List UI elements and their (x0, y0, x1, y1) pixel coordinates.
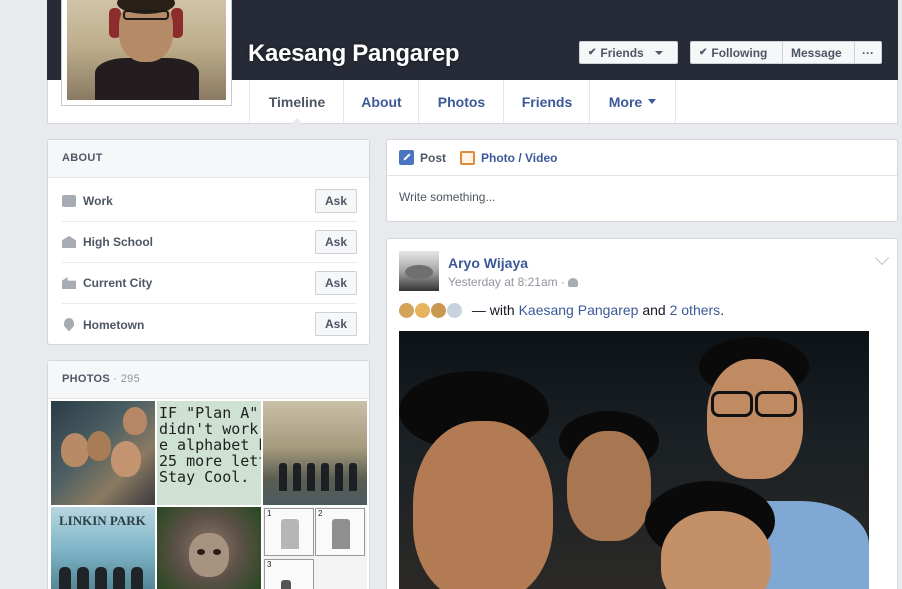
photos-separator: · (110, 373, 121, 385)
tab-label: About (361, 93, 402, 110)
about-row-current-city: Current City Ask (62, 263, 357, 304)
monkey-emoji-icon (415, 302, 430, 318)
photo-thumb[interactable] (263, 401, 367, 505)
band-logo-text: LINKIN PARK (59, 513, 146, 528)
about-row-high-school: High School Ask (62, 222, 357, 263)
about-heading: ABOUT (48, 140, 369, 178)
story-photo[interactable] (399, 331, 869, 589)
author-avatar[interactable] (399, 251, 439, 291)
and-text: and (638, 302, 670, 318)
photo-thumb[interactable] (51, 401, 155, 505)
following-button[interactable]: ✔ Following (690, 41, 783, 64)
composer-tab-photo-video[interactable]: Photo / Video (460, 150, 558, 165)
more-options-label: ··· (862, 45, 874, 60)
story-timestamp[interactable]: Yesterday at 8:21am (448, 275, 558, 289)
story-meta: Yesterday at 8:21am · (448, 275, 579, 289)
photos-card: PHOTOS · 295 IF "Plan A" didn't work. e … (47, 360, 370, 589)
photo-icon (460, 150, 476, 165)
meta-separator: · (557, 275, 569, 289)
ask-work-button[interactable]: Ask (315, 189, 357, 213)
chevron-down-icon (648, 99, 657, 104)
friends-icon[interactable] (568, 278, 579, 288)
city-icon (62, 277, 76, 289)
friends-button[interactable]: ✔ Friends (579, 41, 678, 64)
about-row-label: Work (83, 194, 113, 208)
monkey-emoji-icon (431, 302, 446, 318)
profile-name[interactable]: Kaesang Pangarep (248, 40, 460, 68)
tab-timeline[interactable]: Timeline (249, 80, 344, 124)
message-button[interactable]: Message (782, 41, 855, 64)
ask-current-city-button[interactable]: Ask (315, 271, 357, 295)
briefcase-icon (62, 195, 76, 207)
photos-heading-label: PHOTOS (62, 373, 111, 385)
tab-label: Friends (521, 93, 573, 110)
message-button-label: Message (791, 45, 842, 60)
with-text: — with (468, 302, 519, 318)
tab-about[interactable]: About (343, 80, 419, 123)
feed-story: Aryo Wijaya Yesterday at 8:21am · — with… (386, 238, 898, 589)
period-text: . (720, 302, 725, 318)
about-row-label: High School (83, 235, 153, 249)
ask-hometown-button[interactable]: Ask (315, 312, 357, 336)
tab-photos[interactable]: Photos (418, 80, 504, 123)
pig-emoji-icon (447, 302, 462, 318)
composer-tab-label: Photo / Video (481, 150, 558, 165)
composer-tab-label: Post (420, 150, 447, 165)
composer-tab-post[interactable]: Post (399, 150, 446, 165)
story-options-chevron-icon[interactable] (874, 250, 890, 266)
tab-label: Photos (437, 93, 486, 110)
story-text: — with Kaesang Pangarep and 2 others . (399, 302, 724, 318)
composer-input[interactable]: Write something... (387, 176, 897, 218)
profile-picture[interactable] (61, 0, 232, 106)
tab-friends[interactable]: Friends (503, 80, 590, 123)
about-row-work: Work Ask (62, 181, 357, 222)
photos-count: 295 (120, 373, 141, 385)
more-options-button[interactable]: ··· (854, 41, 882, 64)
story-author[interactable]: Aryo Wijaya (448, 255, 528, 271)
about-row-label: Current City (83, 276, 153, 290)
about-row-hometown: Hometown Ask (62, 304, 357, 345)
photo-thumb[interactable]: LINKIN PARK (51, 507, 155, 589)
chevron-down-icon (654, 50, 663, 55)
monkey-emoji-icon (399, 302, 414, 318)
about-row-label: Hometown (83, 317, 145, 332)
tab-label: Timeline (268, 93, 326, 110)
post-composer: Post Photo / Video Write something... (386, 139, 898, 222)
location-pin-icon (64, 317, 74, 332)
school-icon (62, 236, 76, 248)
checkmark-icon: ✔ (699, 47, 708, 58)
photo-thumb[interactable]: IF "Plan A" didn't work. e alphabet has … (157, 401, 261, 505)
photos-heading[interactable]: PHOTOS · 295 (48, 361, 369, 399)
ask-high-school-button[interactable]: Ask (315, 230, 357, 254)
pencil-icon (399, 150, 414, 165)
tab-more[interactable]: More (589, 80, 676, 123)
tab-label: More (608, 93, 643, 110)
following-button-label: Following (711, 45, 768, 60)
tagged-others-link[interactable]: 2 others (670, 302, 721, 318)
about-card: ABOUT Work Ask High School Ask Current C… (47, 139, 370, 345)
photo-thumb[interactable] (157, 507, 261, 589)
photo-thumb[interactable]: 1 2 3 (263, 507, 367, 589)
checkmark-icon: ✔ (588, 47, 597, 58)
friends-button-label: Friends (600, 45, 644, 60)
tagged-person-link[interactable]: Kaesang Pangarep (519, 302, 639, 318)
